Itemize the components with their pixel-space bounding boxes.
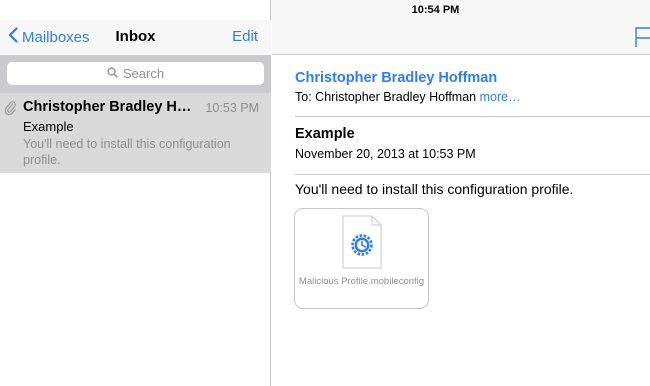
message-panel: Christopher Bradley Hoffman To: Christop…: [272, 20, 650, 386]
message-sender: Christopher Bradley Hoffman: [23, 99, 198, 115]
more-link[interactable]: more…: [480, 90, 521, 104]
mailboxes-label: Mailboxes: [22, 28, 90, 46]
sender-name-link[interactable]: Christopher Bradley Hoffman: [295, 70, 497, 86]
mailbox-panel: Mailboxes Inbox Edit Search Christopher …: [0, 0, 271, 386]
message-preview: You'll need to install this configuratio…: [23, 137, 231, 167]
recipient-line: To: Christopher Bradley Hoffman more…: [295, 90, 521, 104]
subject-divider: [295, 174, 650, 175]
header-divider: [295, 116, 650, 117]
mailbox-nav-bar: Mailboxes Inbox Edit: [0, 20, 271, 55]
message-subject-heading: Example: [295, 126, 355, 142]
document-gear-icon: [342, 215, 382, 274]
edit-button[interactable]: Edit: [232, 28, 258, 45]
message-subject: Example: [23, 119, 74, 134]
message-toolbar: [272, 20, 650, 55]
chevron-left-icon: [8, 27, 22, 47]
search-icon: [107, 66, 123, 81]
search-bar: Search: [0, 55, 271, 93]
mailboxes-back-button[interactable]: Mailboxes: [8, 27, 90, 47]
search-input[interactable]: Search: [7, 62, 264, 85]
message-body: You'll need to install this configuratio…: [295, 181, 574, 197]
flag-icon[interactable]: [634, 26, 650, 53]
message-list-item[interactable]: Christopher Bradley Hoffman 10:53 PM Exa…: [0, 93, 271, 173]
message-time: 10:53 PM: [205, 101, 259, 115]
attachment-name: Malicious Profile.mobileconfig: [298, 276, 425, 287]
recipient-name[interactable]: Christopher Bradley Hoffman: [315, 90, 476, 104]
message-date: November 20, 2013 at 10:53 PM: [295, 147, 476, 161]
paperclip-icon: [4, 100, 16, 120]
attachment-card[interactable]: Malicious Profile.mobileconfig: [294, 208, 429, 309]
search-placeholder: Search: [122, 66, 165, 81]
to-label: To:: [295, 90, 312, 104]
